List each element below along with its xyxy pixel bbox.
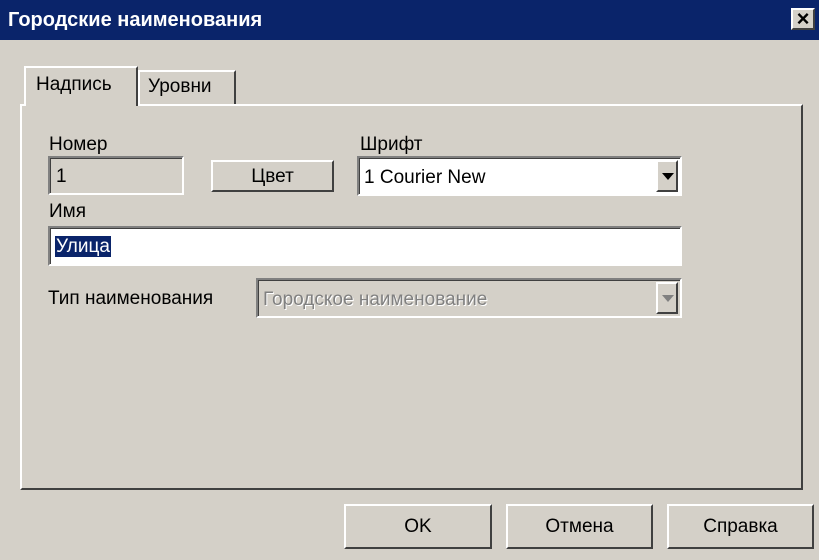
color-button[interactable]: Цвет [211, 160, 334, 192]
type-select: Городское наименование [256, 278, 682, 318]
tab-urovni-label: Уровни [148, 76, 212, 97]
type-dropdown-button [656, 282, 678, 314]
chevron-down-icon [662, 295, 674, 302]
chevron-down-icon [662, 173, 674, 180]
color-button-label: Цвет [251, 166, 294, 187]
name-label: Имя [49, 201, 87, 222]
close-button[interactable]: × [791, 6, 815, 31]
name-selection: Улица [55, 236, 111, 257]
cancel-button[interactable]: Отмена [506, 504, 653, 549]
number-field-bevel [50, 158, 182, 193]
cancel-button-label: Отмена [545, 516, 614, 537]
ok-button[interactable]: OK [344, 504, 492, 549]
window-title: Городские наименования [8, 9, 263, 31]
number-label: Номер [49, 134, 108, 155]
name-input-value: Улица [55, 236, 111, 258]
tab-nadpis-label: Надпись [36, 74, 112, 95]
ok-button-label: OK [404, 516, 432, 537]
font-label: Шрифт [360, 134, 423, 155]
type-label: Тип наименования [48, 288, 214, 309]
title-bar[interactable]: Городские наименования × [0, 0, 819, 40]
name-input[interactable]: Улица [48, 226, 682, 266]
tab-nadpis[interactable]: Надпись [24, 66, 138, 106]
font-dropdown-button[interactable] [656, 160, 678, 192]
number-field: 1 [48, 156, 184, 195]
font-select-value: 1 Courier New [364, 167, 486, 188]
dialog-window: Городские наименования × Надпись Уровни … [0, 0, 819, 560]
name-input-bevel [50, 228, 680, 264]
close-icon: × [796, 6, 810, 31]
type-select-value: Городское наименование [263, 289, 488, 310]
font-select[interactable]: 1 Courier New [357, 156, 682, 196]
help-button[interactable]: Справка [667, 504, 814, 549]
number-value: 1 [56, 166, 67, 187]
help-button-label: Справка [703, 516, 778, 537]
tab-urovni[interactable]: Уровни [138, 70, 236, 104]
